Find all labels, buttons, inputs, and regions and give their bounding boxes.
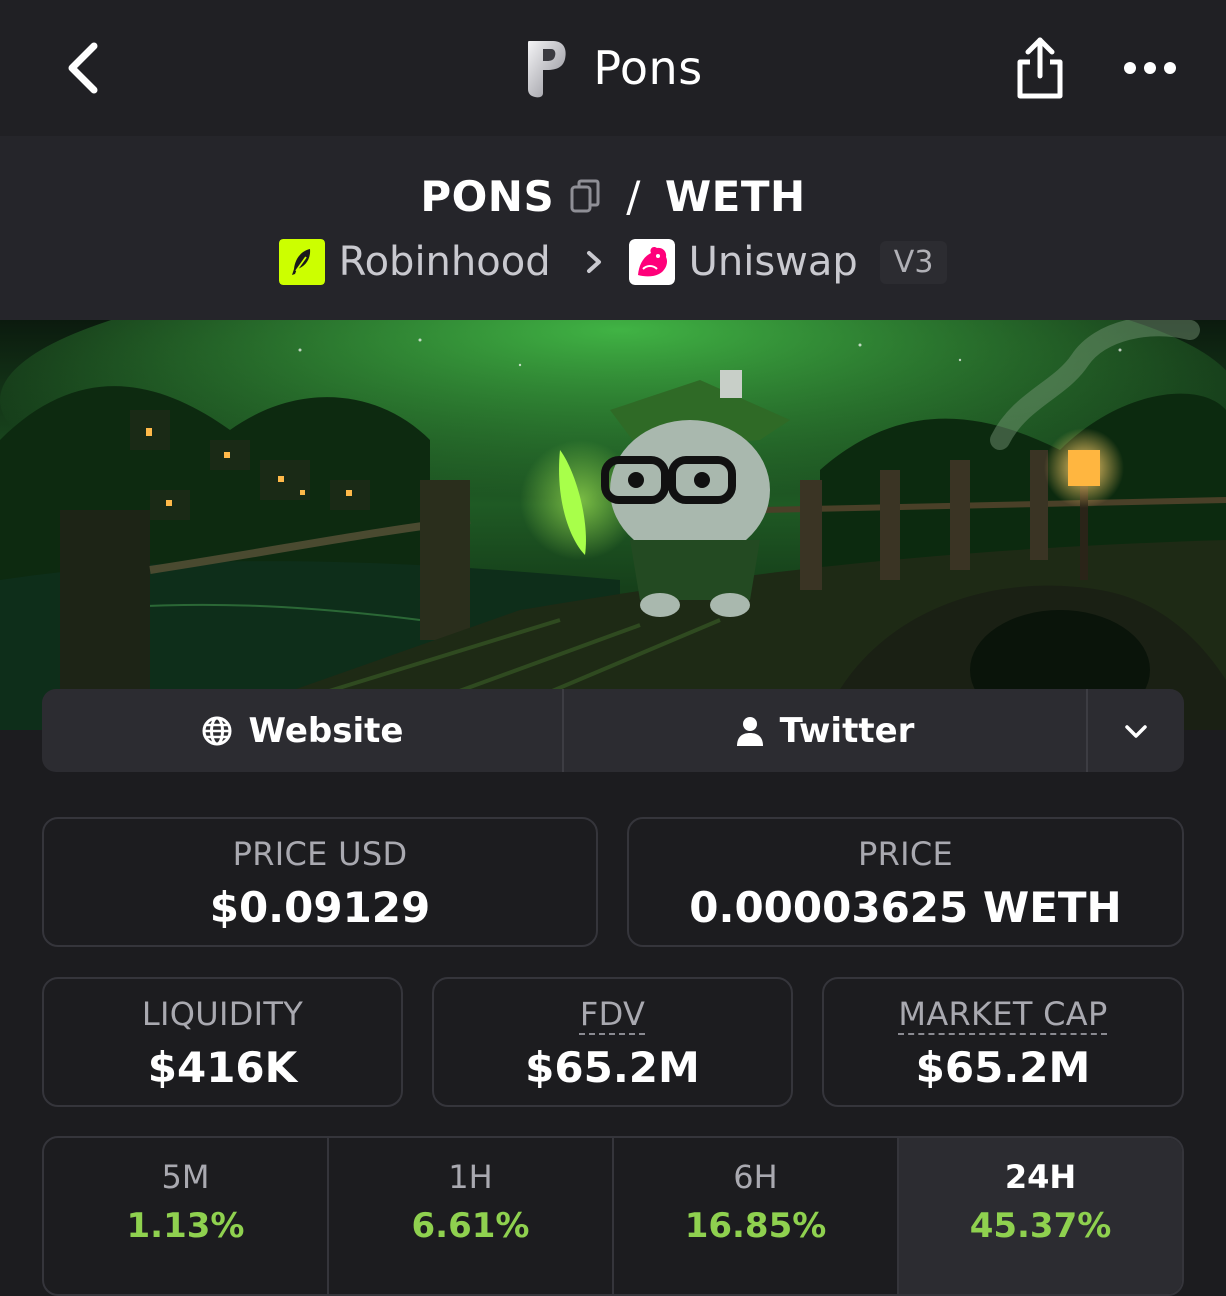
change-percent: 6.61%: [411, 1206, 530, 1246]
website-label: Website: [248, 710, 404, 751]
liquidity-label: LIQUIDITY: [141, 995, 304, 1033]
price-usd-card: PRICE USD $0.09129: [42, 817, 598, 947]
website-button[interactable]: Website: [42, 689, 564, 772]
twitter-label: Twitter: [779, 710, 915, 751]
dex-version-badge: V3: [879, 240, 948, 284]
pair-title: PONS / WETH: [0, 166, 1226, 226]
share-icon: [1017, 37, 1063, 99]
market-cap-card[interactable]: MARKET CAP $65.2M: [822, 977, 1184, 1107]
chevron-right-icon: [586, 251, 601, 273]
quote-token-symbol: WETH: [664, 171, 806, 221]
fdv-card[interactable]: FDV $65.2M: [432, 977, 793, 1107]
token-banner-image: [0, 320, 1226, 730]
chain-name[interactable]: Robinhood: [339, 239, 551, 285]
more-links-button[interactable]: [1088, 689, 1184, 772]
top-bar: Pons: [0, 0, 1226, 136]
market-cap-value: $65.2M: [915, 1043, 1091, 1092]
liquidity-value: $416K: [147, 1043, 298, 1092]
timeframe-label: 6H: [733, 1158, 778, 1196]
timeframe-label: 1H: [448, 1158, 493, 1196]
change-tab-1h[interactable]: 1H 6.61%: [329, 1138, 614, 1294]
pair-header: PONS / WETH Robinhood Uniswap V3: [0, 136, 1226, 320]
robinhood-feather-icon: [278, 239, 325, 285]
globe-icon: [202, 716, 232, 745]
change-percent: 16.85%: [684, 1206, 827, 1246]
social-links-bar: Website Twitter: [42, 689, 1184, 772]
change-percent: 45.37%: [969, 1206, 1112, 1246]
dex-name[interactable]: Uniswap: [689, 239, 858, 285]
price-change-tabs: 5M 1.13% 1H 6.61% 6H 16.85% 24H 45.37%: [42, 1136, 1184, 1296]
fdv-value: $65.2M: [525, 1043, 700, 1092]
twitter-button[interactable]: Twitter: [564, 689, 1088, 772]
price-native-value: 0.00003625 WETH: [689, 883, 1122, 932]
timeframe-label: 24H: [1004, 1158, 1077, 1196]
price-native-label: PRICE: [857, 835, 954, 873]
base-token-symbol: PONS: [420, 171, 555, 221]
fdv-label: FDV: [579, 995, 646, 1033]
more-horizontal-icon: [1124, 62, 1176, 74]
change-tab-6h[interactable]: 6H 16.85%: [614, 1138, 899, 1294]
liquidity-card: LIQUIDITY $416K: [42, 977, 403, 1107]
share-button[interactable]: [1010, 34, 1070, 102]
uniswap-unicorn-icon: [628, 239, 675, 285]
pair-separator: /: [626, 171, 641, 221]
price-native-card: PRICE 0.00003625 WETH: [627, 817, 1184, 947]
change-tab-24h[interactable]: 24H 45.37%: [899, 1138, 1182, 1294]
more-options-button[interactable]: [1118, 50, 1182, 86]
token-logo: [528, 41, 566, 98]
chain-dex-line: Robinhood Uniswap V3: [0, 232, 1226, 292]
price-usd-label: PRICE USD: [232, 835, 408, 873]
copy-icon[interactable]: [568, 177, 602, 215]
price-usd-value: $0.09129: [209, 883, 431, 932]
timeframe-label: 5M: [161, 1158, 210, 1196]
change-tab-5m[interactable]: 5M 1.13%: [44, 1138, 329, 1294]
page-title: Pons: [593, 41, 703, 95]
change-percent: 1.13%: [126, 1206, 245, 1246]
chevron-down-icon: [1125, 724, 1147, 738]
market-cap-label: MARKET CAP: [898, 995, 1108, 1033]
user-icon: [736, 716, 763, 746]
